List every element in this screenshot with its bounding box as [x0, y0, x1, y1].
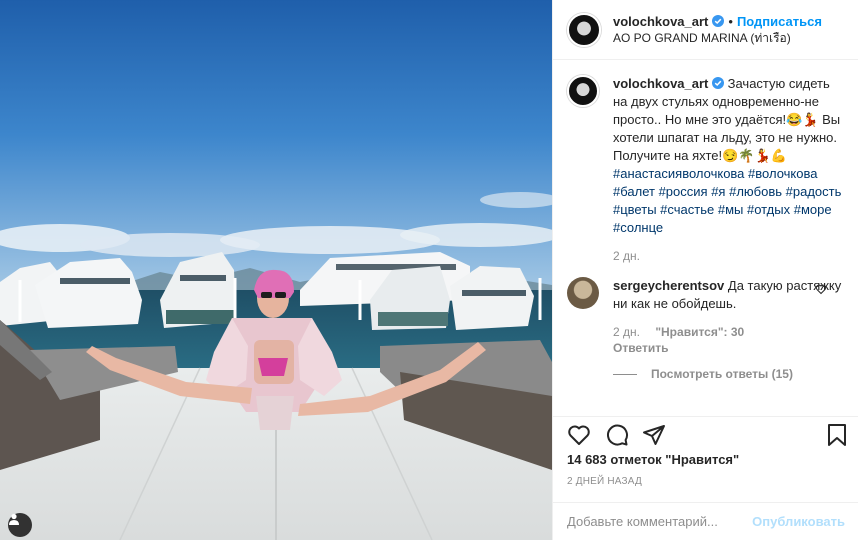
caption-username[interactable]: volochkova_art [613, 76, 708, 91]
hashtag-link[interactable]: #балет [613, 184, 655, 199]
reply-button[interactable]: Ответить [613, 341, 831, 355]
post-location[interactable]: AO PO GRAND MARINA (ท่าเรือ) [613, 30, 822, 47]
hashtag-link[interactable]: #счастье [660, 202, 714, 217]
hashtag-link[interactable]: #я [711, 184, 725, 199]
hashtag-link[interactable]: #цветы [613, 202, 657, 217]
comment-icon[interactable] [605, 423, 629, 447]
verified-badge-icon [712, 76, 724, 91]
post-actions [553, 416, 858, 450]
caption-age[interactable]: 2 дн. [613, 249, 640, 263]
follow-button[interactable]: Подписаться [737, 13, 822, 30]
post-header: volochkova_art • Подписаться AO PO GRAND… [553, 0, 858, 60]
caption-avatar[interactable] [567, 75, 599, 107]
author-username[interactable]: volochkova_art [613, 13, 708, 30]
post-side-panel: volochkova_art • Подписаться AO PO GRAND… [552, 0, 858, 540]
comment-age[interactable]: 2 дн. [613, 325, 640, 339]
hashtag-link[interactable]: #анастасияволочкова [613, 166, 744, 181]
caption-meta: 2 дн. [613, 249, 843, 263]
view-replies-label: Посмотреть ответы (15) [651, 367, 793, 381]
comment-input[interactable] [567, 514, 753, 529]
hashtag-link[interactable]: #мы [718, 202, 744, 217]
post-date[interactable]: 2 ДНЕЙ НАЗАД [567, 476, 642, 487]
caption-item: volochkova_art Зачастую сидеть на двух с… [567, 75, 845, 263]
share-icon[interactable] [642, 423, 666, 447]
comment-item: sergeycherentsov Да такую растяжку ни ка… [567, 277, 845, 355]
commenter-username[interactable]: sergeycherentsov [613, 278, 724, 293]
comments-list[interactable]: volochkova_art Зачастую сидеть на двух с… [553, 61, 858, 406]
view-replies-button[interactable]: Посмотреть ответы (15) [613, 367, 845, 381]
user-tag-icon [9, 513, 19, 525]
post-photo[interactable] [0, 0, 552, 540]
hashtag-link[interactable]: #отдых [747, 202, 790, 217]
hashtag-link[interactable]: #море [794, 202, 832, 217]
replies-divider [613, 373, 637, 375]
hashtag-link[interactable]: #любовь [729, 184, 782, 199]
publish-button[interactable]: Опубликовать [752, 514, 845, 529]
hashtag-link[interactable]: #россия [659, 184, 708, 199]
heart-icon[interactable] [567, 423, 591, 447]
author-avatar[interactable] [567, 12, 601, 47]
hashtag-link[interactable]: #солнце [613, 220, 663, 235]
commenter-avatar[interactable] [567, 277, 599, 309]
bookmark-icon[interactable] [826, 423, 848, 447]
hashtag-link[interactable]: #радость [786, 184, 842, 199]
comment-likes[interactable]: "Нравится": 30 [655, 325, 744, 339]
add-comment-bar: Опубликовать [553, 502, 858, 540]
yacht-split-photo [0, 0, 552, 540]
comment-meta: 2 дн. "Нравится": 30 Ответить [613, 325, 843, 355]
verified-badge-icon [712, 15, 725, 27]
heart-icon[interactable] [815, 283, 827, 295]
likes-count[interactable]: 14 683 отметок "Нравится" [567, 452, 739, 467]
hashtag-link[interactable]: #волочкова [748, 166, 817, 181]
user-tag-button[interactable] [8, 513, 32, 537]
separator-dot: • [728, 13, 733, 29]
